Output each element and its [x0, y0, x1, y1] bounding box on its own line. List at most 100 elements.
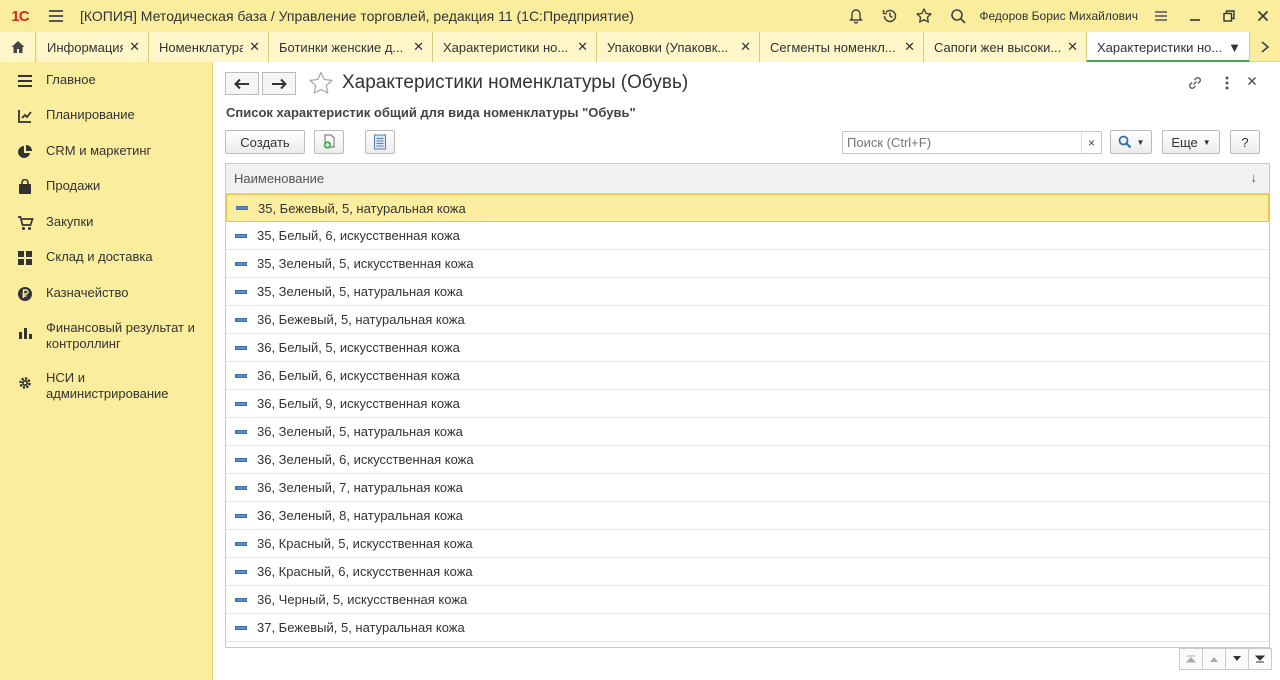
sidebar-item-finance[interactable]: Финансовый результат и контроллинг	[0, 320, 213, 352]
main-menu-icon[interactable]	[40, 0, 72, 32]
close-tab-icon[interactable]: ✕	[413, 39, 424, 55]
table-row[interactable]: 36, Бежевый, 5, натуральная кожа	[226, 306, 1269, 334]
close-tab-icon[interactable]: ✕	[129, 39, 140, 55]
search-options-button[interactable]: ▼	[1110, 130, 1152, 154]
restore-icon[interactable]	[1212, 0, 1246, 32]
bell-icon[interactable]	[839, 0, 873, 32]
close-form-icon[interactable]	[1246, 75, 1258, 90]
copy-add-icon	[323, 134, 335, 149]
search-clear-button[interactable]: ×	[1081, 132, 1101, 153]
close-tab-icon[interactable]: ✕	[740, 39, 751, 55]
sidebar-item-main[interactable]: Главное	[0, 72, 213, 90]
sidebar-item-purchases[interactable]: Закупки	[0, 214, 213, 232]
tab-nomenclature[interactable]: Номенклатура ✕	[149, 32, 269, 62]
more-vertical-icon[interactable]	[1224, 74, 1230, 95]
characteristic-icon	[234, 453, 248, 467]
characteristic-icon	[234, 593, 248, 607]
planning-icon	[16, 107, 34, 125]
tab-label: Сапоги жен высоки...	[934, 39, 1062, 55]
table-row[interactable]: 35, Бежевый, 5, натуральная кожа	[226, 194, 1269, 222]
close-tab-icon[interactable]: ✕	[249, 39, 260, 55]
search-box: ×	[842, 131, 1102, 154]
favorites-star-icon[interactable]	[907, 0, 941, 32]
sidebar-item-crm[interactable]: CRM и маркетинг	[0, 143, 213, 161]
logo-text: 1С	[11, 7, 29, 25]
characteristic-icon	[234, 341, 248, 355]
tab-segments[interactable]: Сегменты номенкл... ✕	[760, 32, 924, 62]
sidebar-item-planning[interactable]: Планирование	[0, 107, 213, 125]
tab-characteristics-active[interactable]: Характеристики но... ▼	[1087, 32, 1250, 62]
sidebar-item-label: Продажи	[46, 178, 101, 193]
chevron-right-icon[interactable]	[1250, 32, 1280, 62]
more-button[interactable]: Еще ▼	[1162, 130, 1220, 154]
table-row[interactable]: 37, Бежевый, 5, натуральная кожа	[226, 614, 1269, 642]
sidebar-item-sales[interactable]: Продажи	[0, 178, 213, 196]
table-row[interactable]: 36, Зеленый, 5, натуральная кожа	[226, 418, 1269, 446]
close-window-icon[interactable]	[1246, 0, 1280, 32]
sort-arrow-icon[interactable]: ↓	[1251, 170, 1258, 185]
home-icon[interactable]	[0, 32, 36, 62]
table-row[interactable]: 36, Белый, 9, искусственная кожа	[226, 390, 1269, 418]
table-row[interactable]: 36, Красный, 5, искусственная кожа	[226, 530, 1269, 558]
sidebar-item-label: Финансовый результат и контроллинг	[46, 320, 195, 351]
tab-label: Упаковки (Упаковк...	[607, 39, 729, 55]
scroll-first-icon[interactable]	[1179, 648, 1203, 670]
table-row[interactable]: 36, Зеленый, 7, натуральная кожа	[226, 474, 1269, 502]
tab-dropdown-icon[interactable]: ▼	[1228, 40, 1241, 55]
table-body: 35, Бежевый, 5, натуральная кожа 35, Белы…	[226, 194, 1269, 642]
link-icon[interactable]	[1186, 74, 1204, 95]
sidebar-item-label: НСИ и администрирование	[46, 370, 169, 401]
forward-button[interactable]	[262, 72, 296, 95]
sidebar-item-label: Планирование	[46, 107, 135, 122]
scroll-up-icon[interactable]	[1202, 648, 1226, 670]
characteristic-icon	[234, 257, 248, 271]
create-button[interactable]: Создать	[225, 130, 305, 154]
table-row[interactable]: 36, Красный, 6, искусственная кожа	[226, 558, 1269, 586]
sections-panel: Главное Планирование CRM и маркетинг Про…	[0, 62, 213, 680]
table-header[interactable]: Наименование ↓	[226, 164, 1269, 194]
history-icon[interactable]	[873, 0, 907, 32]
tab-packages[interactable]: Упаковки (Упаковк... ✕	[597, 32, 760, 62]
tab-boots-high[interactable]: Сапоги жен высоки... ✕	[924, 32, 1087, 62]
scroll-last-icon[interactable]	[1248, 648, 1272, 670]
sidebar-item-admin[interactable]: НСИ и администрирование	[0, 370, 213, 402]
table-row[interactable]: 35, Зеленый, 5, натуральная кожа	[226, 278, 1269, 306]
row-name: 35, Зеленый, 5, искусственная кожа	[257, 256, 474, 271]
column-name-header[interactable]: Наименование	[234, 171, 324, 186]
table-row[interactable]: 36, Зеленый, 8, натуральная кожа	[226, 502, 1269, 530]
list-settings-button[interactable]	[365, 130, 395, 154]
scroll-down-icon[interactable]	[1225, 648, 1249, 670]
tab-boots-women[interactable]: Ботинки женские д... ✕	[269, 32, 433, 62]
table-row[interactable]: 35, Белый, 6, искусственная кожа	[226, 222, 1269, 250]
sidebar-item-warehouse[interactable]: Склад и доставка	[0, 249, 213, 267]
search-input[interactable]	[843, 132, 1079, 153]
close-tab-icon[interactable]: ✕	[1067, 39, 1078, 55]
table-row[interactable]: 36, Белый, 5, искусственная кожа	[226, 334, 1269, 362]
copy-button[interactable]	[314, 130, 344, 154]
window-title: [КОПИЯ] Методическая база / Управление т…	[80, 8, 634, 24]
tab-label: Сегменты номенкл...	[770, 39, 896, 55]
table-row[interactable]: 36, Зеленый, 6, искусственная кожа	[226, 446, 1269, 474]
sidebar-item-label: Казначейство	[46, 285, 129, 300]
tab-bar: Информация ✕ Номенклатура ✕ Ботинки женски…	[0, 32, 1280, 62]
table-row[interactable]: 36, Черный, 5, искусственная кожа	[226, 586, 1269, 614]
table-row[interactable]: 35, Зеленый, 5, искусственная кожа	[226, 250, 1269, 278]
back-button[interactable]	[225, 72, 259, 95]
app-logo[interactable]: 1С	[0, 0, 40, 32]
close-tab-icon[interactable]: ✕	[577, 39, 588, 55]
row-name: 36, Черный, 5, искусственная кожа	[257, 592, 468, 607]
row-name: 36, Красный, 5, искусственная кожа	[257, 536, 473, 551]
bar-chart-icon	[16, 324, 34, 342]
add-favorite-star-icon[interactable]	[308, 71, 334, 98]
minimize-icon[interactable]	[1178, 0, 1212, 32]
tab-characteristics-1[interactable]: Характеристики но... ✕	[433, 32, 597, 62]
settings-menu-icon[interactable]	[1144, 0, 1178, 32]
tab-information[interactable]: Информация ✕	[37, 32, 149, 62]
user-name[interactable]: Федоров Борис Михайлович	[979, 9, 1138, 23]
search-icon[interactable]	[941, 0, 975, 32]
help-button[interactable]: ?	[1230, 130, 1260, 154]
sidebar-item-treasury[interactable]: Казначейство	[0, 285, 213, 303]
pie-icon	[16, 143, 34, 161]
table-row[interactable]: 36, Белый, 6, искусственная кожа	[226, 362, 1269, 390]
close-tab-icon[interactable]: ✕	[904, 39, 915, 55]
